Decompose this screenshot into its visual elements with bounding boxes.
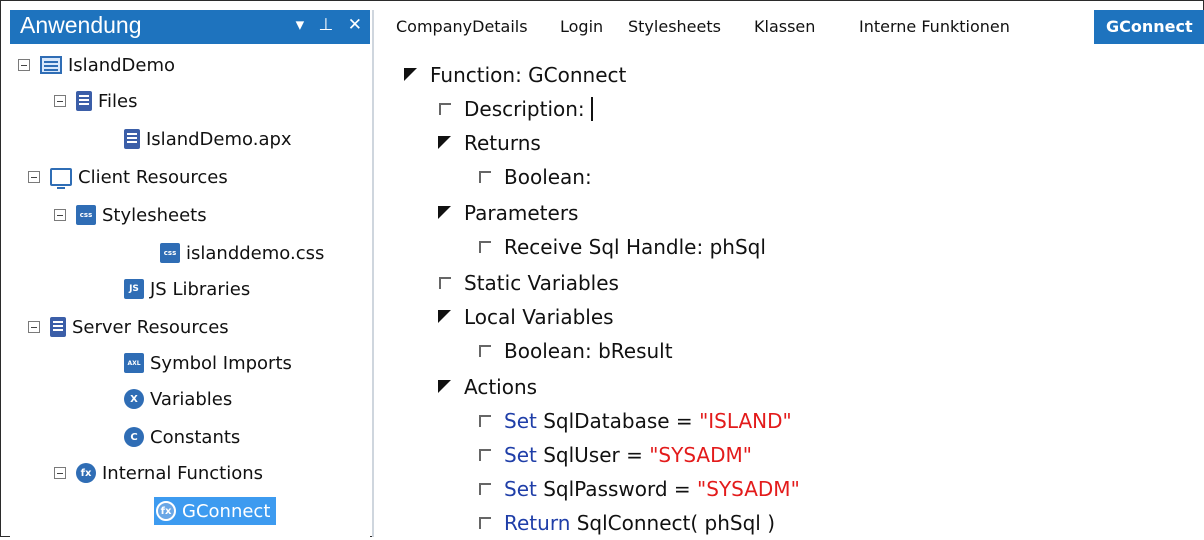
outline-parameter[interactable]: Receive Sql Handle: phSql xyxy=(478,230,766,264)
panel-menu-icon[interactable]: ▾ xyxy=(296,15,305,35)
outline-statement[interactable]: Set SqlDatabase = "ISLAND" xyxy=(478,404,792,438)
tree-node-css-file[interactable]: css islanddemo.css xyxy=(160,238,324,268)
outline-statement[interactable]: Set SqlUser = "SYSADM" xyxy=(478,438,752,472)
text-caret xyxy=(590,97,593,121)
collapse-toggle[interactable] xyxy=(28,171,40,183)
tree-label: Symbol Imports xyxy=(150,352,292,374)
leaf-marker-icon xyxy=(478,240,492,254)
tree-node-constants[interactable]: C Constants xyxy=(124,422,240,452)
function-icon: fx xyxy=(156,501,176,521)
expanded-marker-icon[interactable] xyxy=(438,206,452,220)
panel-title: Anwendung xyxy=(20,12,142,38)
panel-header: Anwendung ▾ ⊥ ✕ xyxy=(10,10,370,44)
tree-node-project[interactable]: IslandDemo xyxy=(18,50,175,80)
outline-returns-type[interactable]: Boolean: xyxy=(478,160,592,194)
outline-actions[interactable]: Actions xyxy=(438,370,537,404)
files-icon xyxy=(76,91,92,111)
panel-buttons: ▾ ⊥ ✕ xyxy=(287,15,362,35)
tab-gconnect[interactable]: GConnect xyxy=(1094,10,1204,44)
css-icon: css xyxy=(76,205,96,225)
server-resources-icon xyxy=(50,317,66,337)
tab-stylesheets[interactable]: Stylesheets xyxy=(628,10,721,44)
tree-node-files[interactable]: Files xyxy=(54,86,138,116)
tree-node-apx-file[interactable]: IslandDemo.apx xyxy=(124,124,292,154)
tree-label: Constants xyxy=(150,426,241,448)
outline-parameters[interactable]: Parameters xyxy=(438,196,578,230)
expanded-marker-icon[interactable] xyxy=(438,310,452,324)
collapse-toggle[interactable] xyxy=(18,59,30,71)
tree-node-js-libraries[interactable]: JS JS Libraries xyxy=(124,274,250,304)
tab-companydetails[interactable]: CompanyDetails xyxy=(396,10,528,44)
close-icon[interactable]: ✕ xyxy=(348,15,362,35)
tree-label: IslandDemo xyxy=(68,54,176,76)
project-tree: IslandDemo Files IslandDemo.apx Client R… xyxy=(10,44,370,537)
collapse-toggle[interactable] xyxy=(54,95,66,107)
expanded-marker-icon[interactable] xyxy=(404,68,418,82)
editor-tabs: CompanyDetails Login Stylesheets Klassen… xyxy=(374,10,1204,45)
function-icon: fx xyxy=(76,463,96,483)
js-icon: JS xyxy=(124,279,144,299)
tree-node-symbol-imports[interactable]: AXL Symbol Imports xyxy=(124,348,292,378)
selected-node[interactable]: fx GConnect xyxy=(154,497,277,525)
outline-local-variable[interactable]: Boolean: bResult xyxy=(478,334,673,368)
tab-klassen[interactable]: Klassen xyxy=(754,10,815,44)
expanded-marker-icon[interactable] xyxy=(438,136,452,150)
project-icon xyxy=(40,56,62,74)
outline-statement[interactable]: Return SqlConnect( phSql ) xyxy=(478,506,775,540)
leaf-marker-icon xyxy=(478,482,492,496)
collapse-toggle[interactable] xyxy=(54,209,66,221)
outline-static-variables[interactable]: Static Variables xyxy=(438,266,619,300)
tab-login[interactable]: Login xyxy=(560,10,603,44)
constants-icon: C xyxy=(124,427,144,447)
axl-icon: AXL xyxy=(124,353,144,373)
tree-label: Variables xyxy=(150,388,233,410)
tree-node-gconnect[interactable]: fx GConnect xyxy=(154,496,277,526)
tree-label: JS Libraries xyxy=(150,278,251,300)
collapse-toggle[interactable] xyxy=(54,467,66,479)
tree-node-variables[interactable]: X Variables xyxy=(124,384,232,414)
collapse-toggle[interactable] xyxy=(28,321,40,333)
file-icon xyxy=(124,129,140,149)
expanded-marker-icon[interactable] xyxy=(438,380,452,394)
outline-returns[interactable]: Returns xyxy=(438,126,541,160)
tree-label: GConnect xyxy=(182,500,271,522)
leaf-marker-icon xyxy=(438,102,452,116)
leaf-marker-icon xyxy=(438,276,452,290)
tree-label: Stylesheets xyxy=(102,204,207,226)
leaf-marker-icon xyxy=(478,170,492,184)
tree-node-server-resources[interactable]: Server Resources xyxy=(28,312,229,342)
tree-label: Files xyxy=(98,90,138,112)
monitor-icon xyxy=(50,168,72,189)
tree-node-internal-functions[interactable]: fx Internal Functions xyxy=(54,458,263,488)
variables-icon: X xyxy=(124,389,144,409)
tree-node-client-resources[interactable]: Client Resources xyxy=(28,162,228,192)
tree-node-stylesheets[interactable]: css Stylesheets xyxy=(54,200,207,230)
outline-description[interactable]: Description: xyxy=(438,92,593,126)
leaf-marker-icon xyxy=(478,448,492,462)
tree-label: islanddemo.css xyxy=(186,242,325,264)
outline-editor[interactable]: Function: GConnect Description: Returns … xyxy=(374,44,1204,537)
css-icon: css xyxy=(160,243,180,263)
outline-function[interactable]: Function: GConnect xyxy=(404,58,626,92)
leaf-marker-icon xyxy=(478,516,492,530)
tab-interne-funktionen[interactable]: Interne Funktionen xyxy=(859,10,1010,44)
leaf-marker-icon xyxy=(478,414,492,428)
leaf-marker-icon xyxy=(478,344,492,358)
outline-statement[interactable]: Set SqlPassword = "SYSADM" xyxy=(478,472,800,506)
tree-label: Internal Functions xyxy=(102,462,264,484)
tree-label: IslandDemo.apx xyxy=(146,128,292,150)
outline-local-variables[interactable]: Local Variables xyxy=(438,300,614,334)
tree-label: Server Resources xyxy=(72,316,229,338)
pin-icon[interactable]: ⊥ xyxy=(319,15,334,35)
tree-label: Client Resources xyxy=(78,166,228,188)
